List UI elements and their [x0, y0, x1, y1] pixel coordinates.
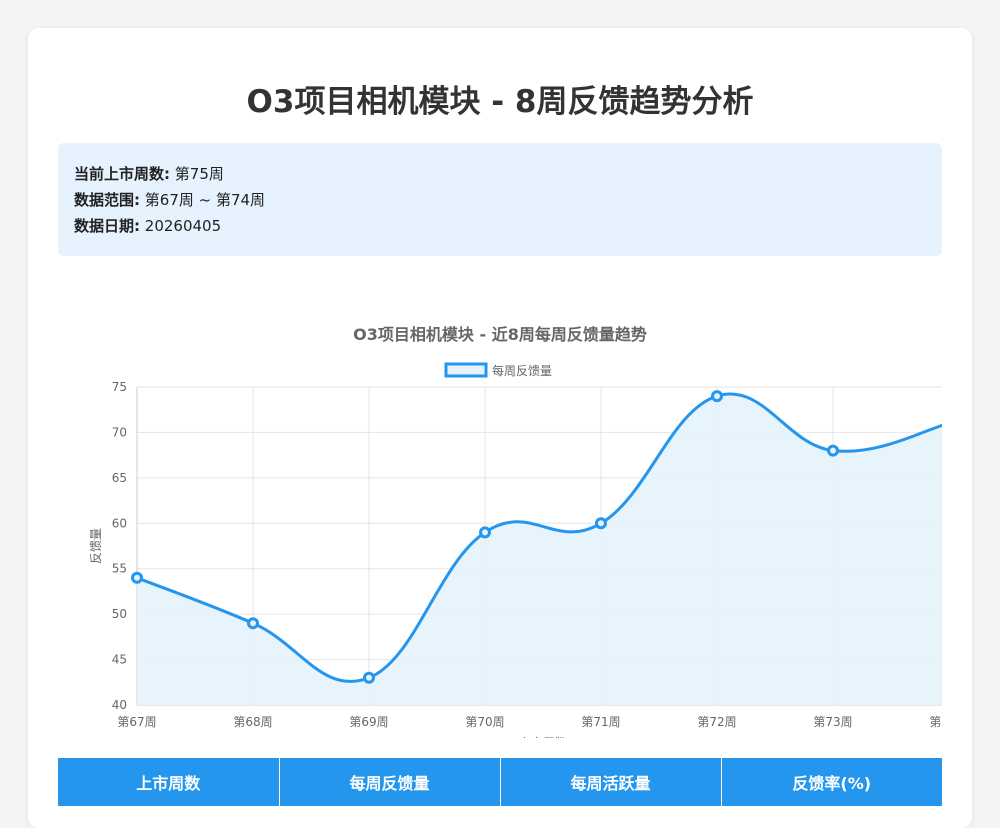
info-date: 数据日期: 20260405: [74, 213, 926, 239]
line-chart: O3项目相机模块 - 近8周每周反馈量趋势每周反馈量 40 45 50 55 60 65 70…: [89, 325, 942, 738]
y-tick-label: 75: [112, 380, 127, 394]
info-date-value: 20260405: [144, 217, 222, 235]
x-tick-label: 第68周: [233, 715, 272, 729]
x-tick-label: 第73周: [813, 715, 852, 729]
x-tick-label: 第70周: [465, 715, 504, 729]
y-tick-label: 70: [112, 425, 127, 439]
report-card: O3项目相机模块 - 8周反馈趋势分析 当前上市周数: 第75周 数据范围: 第…: [28, 28, 972, 828]
info-range: 数据范围: 第67周 ~ 第74周: [74, 187, 926, 213]
y-tick-label: 65: [112, 471, 127, 485]
data-point[interactable]: [479, 526, 491, 539]
info-date-label: 数据日期:: [74, 217, 140, 235]
table-header-feedback[interactable]: 每周反馈量: [279, 758, 501, 806]
data-point[interactable]: [247, 617, 259, 630]
x-tick-label: 第67周: [117, 715, 156, 729]
y-tick-label: 55: [112, 562, 127, 576]
info-range-value: 第67周 ~ 第74周: [144, 191, 266, 209]
series-area-fill: [137, 394, 942, 705]
legend-swatch[interactable]: [444, 362, 488, 378]
data-point[interactable]: [131, 571, 143, 584]
legend-label: 每周反馈量: [492, 363, 552, 378]
data-point[interactable]: [827, 444, 839, 457]
info-box: 当前上市周数: 第75周 数据范围: 第67周 ~ 第74周 数据日期: 202…: [58, 143, 942, 256]
info-current-week-value: 第75周: [174, 165, 224, 183]
data-point[interactable]: [363, 671, 375, 684]
chart-title: O3项目相机模块 - 近8周每周反馈量趋势: [353, 325, 647, 344]
x-tick-label: 第69周: [349, 715, 388, 729]
y-tick-label: 50: [112, 607, 127, 621]
x-tick-label: 第74周: [929, 715, 942, 729]
data-point[interactable]: [595, 517, 607, 530]
y-tick-label: 40: [112, 698, 127, 712]
x-tick-label: 第71周: [581, 715, 620, 729]
y-tick-label: 45: [112, 653, 127, 667]
chart-container: O3项目相机模块 - 近8周每周反馈量趋势每周反馈量 40 45 50 55 60 65 70…: [58, 278, 942, 738]
data-table: 上市周数 每周反馈量 每周活跃量 反馈率(%): [58, 758, 942, 806]
info-range-label: 数据范围:: [74, 191, 140, 209]
table-header-week[interactable]: 上市周数: [58, 758, 280, 806]
x-tick-label: 第72周: [697, 715, 736, 729]
y-axis-title: 反馈量: [89, 528, 103, 564]
table-header-active[interactable]: 每周活跃量: [500, 758, 722, 806]
table-header-row: 上市周数 每周反馈量 每周活跃量 反馈率(%): [58, 758, 942, 806]
info-current-week: 当前上市周数: 第75周: [74, 161, 926, 187]
y-tick-label: 60: [112, 516, 127, 530]
info-current-week-label: 当前上市周数:: [74, 165, 170, 183]
data-point[interactable]: [711, 390, 723, 403]
table-header-rate[interactable]: 反馈率(%): [721, 758, 942, 806]
x-axis-title: 上市周数: [519, 735, 567, 738]
page-title: O3项目相机模块 - 8周反馈趋势分析: [246, 84, 754, 120]
